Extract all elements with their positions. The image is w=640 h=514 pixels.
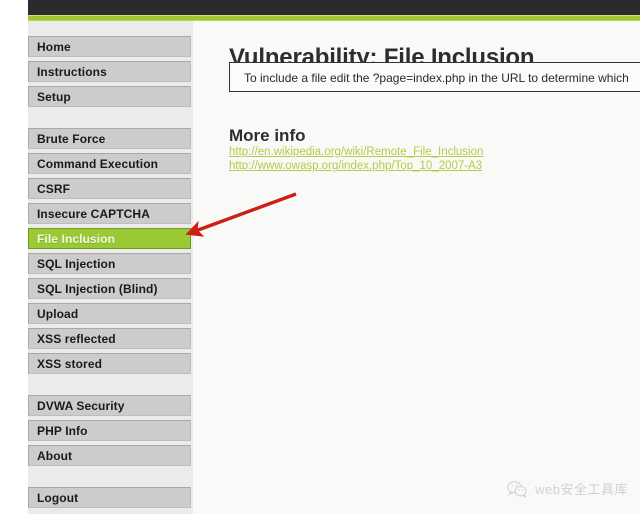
sidebar-item-setup[interactable]: Setup: [28, 86, 191, 107]
sidebar-item-sql-injection[interactable]: SQL Injection: [28, 253, 191, 274]
wechat-icon: [507, 480, 527, 498]
nav-group-main: Home Instructions Setup: [28, 36, 193, 107]
sidebar-item-logout[interactable]: Logout: [28, 487, 191, 508]
sidebar-navigation: Home Instructions Setup Brute Force Comm…: [28, 21, 193, 514]
page-body: Home Instructions Setup Brute Force Comm…: [28, 21, 640, 514]
nav-group-vulnerabilities: Brute Force Command Execution CSRF Insec…: [28, 128, 193, 374]
nav-separator-1: [28, 111, 193, 128]
sidebar-item-instructions[interactable]: Instructions: [28, 61, 191, 82]
screenshot-root: Home Instructions Setup Brute Force Comm…: [0, 0, 640, 514]
sidebar-item-upload[interactable]: Upload: [28, 303, 191, 324]
sidebar-item-sql-injection-blind[interactable]: SQL Injection (Blind): [28, 278, 191, 299]
sidebar-item-xss-stored[interactable]: XSS stored: [28, 353, 191, 374]
watermark: web安全工具库: [506, 479, 628, 498]
link-owasp-top-10-2007-a3[interactable]: http://www.owasp.org/index.php/Top_10_20…: [229, 159, 483, 173]
info-box: To include a file edit the ?page=index.p…: [229, 62, 640, 92]
sidebar-item-about[interactable]: About: [28, 445, 191, 466]
info-box-text: To include a file edit the ?page=index.p…: [244, 71, 629, 85]
sidebar-item-php-info[interactable]: PHP Info: [28, 420, 191, 441]
link-wikipedia-remote-file-inclusion[interactable]: http://en.wikipedia.org/wiki/Remote_File…: [229, 145, 483, 159]
sidebar-item-brute-force[interactable]: Brute Force: [28, 128, 191, 149]
sidebar-item-file-inclusion[interactable]: File Inclusion: [28, 228, 191, 249]
main-content: Vulnerability: File Inclusion To include…: [193, 21, 640, 514]
sidebar-item-dvwa-security[interactable]: DVWA Security: [28, 395, 191, 416]
nav-group-session: Logout: [28, 487, 193, 508]
top-header-bar: [28, 0, 640, 15]
left-margin-gutter: [0, 0, 28, 514]
more-info-links: http://en.wikipedia.org/wiki/Remote_File…: [229, 145, 483, 173]
accent-stripe: [28, 15, 640, 21]
sidebar-item-csrf[interactable]: CSRF: [28, 178, 191, 199]
sidebar-item-insecure-captcha[interactable]: Insecure CAPTCHA: [28, 203, 191, 224]
sidebar-item-xss-reflected[interactable]: XSS reflected: [28, 328, 191, 349]
sidebar-item-command-execution[interactable]: Command Execution: [28, 153, 191, 174]
sidebar-item-home[interactable]: Home: [28, 36, 191, 57]
watermark-text: web安全工具库: [535, 482, 628, 497]
nav-separator-3: [28, 470, 193, 487]
nav-separator-2: [28, 378, 193, 395]
more-info-heading: More info: [229, 126, 306, 146]
nav-group-settings: DVWA Security PHP Info About: [28, 395, 193, 466]
